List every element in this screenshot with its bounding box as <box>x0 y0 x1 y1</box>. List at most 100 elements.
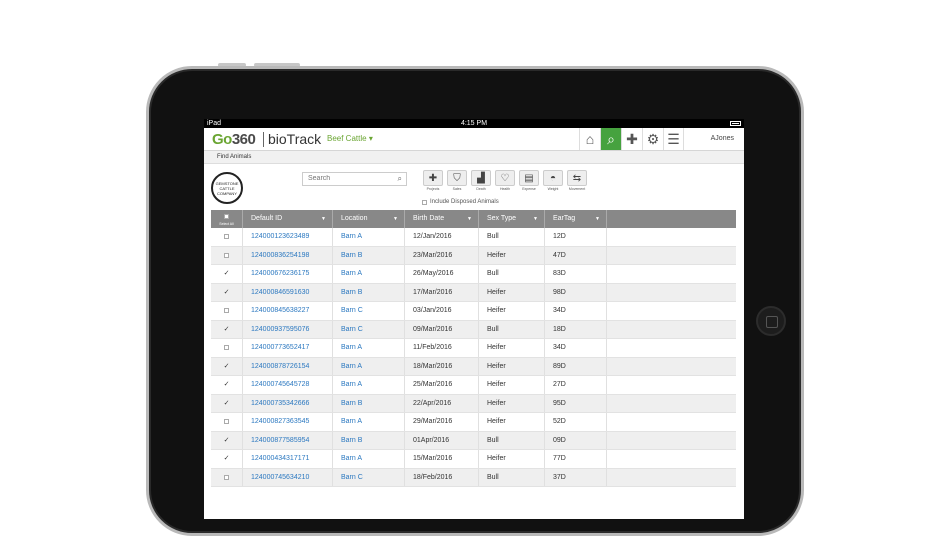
column-header-birth-date[interactable]: Birth Date ▼ <box>405 210 479 228</box>
location-link[interactable]: Barn A <box>333 413 405 431</box>
table-row[interactable]: 124000845638227 Barn C 03/Jan/2016 Heifer 34… <box>211 302 736 321</box>
table-row[interactable]: 124000836254198 Barn B 23/Mar/2016 Heifer 47… <box>211 246 736 265</box>
default-id-link[interactable]: 124000434317171 <box>243 450 333 468</box>
default-id-link[interactable]: 124000845638227 <box>243 302 333 320</box>
checked-checkbox[interactable]: ✓ <box>224 270 230 277</box>
checked-checkbox[interactable]: ✓ <box>224 437 230 444</box>
checked-checkbox[interactable]: ✓ <box>224 400 230 407</box>
column-header-sex-type[interactable]: Sex Type ▼ <box>479 210 545 228</box>
select-all-checkbox[interactable] <box>224 214 229 219</box>
location-link[interactable]: Barn A <box>333 265 405 283</box>
location-link[interactable]: Barn A <box>333 228 405 246</box>
location-link[interactable]: Barn B <box>333 431 405 449</box>
projects-button[interactable]: ✚ <box>423 170 443 186</box>
menu-button[interactable]: ☰ <box>663 128 684 150</box>
checked-checkbox[interactable]: ✓ <box>224 381 230 388</box>
row-checkbox[interactable]: ✓ <box>211 265 243 283</box>
settings-button[interactable]: ⚙ <box>642 128 663 150</box>
go360-logo[interactable]: Go360 <box>212 131 256 148</box>
checked-checkbox[interactable]: ✓ <box>224 326 230 333</box>
death-button[interactable]: ▟ <box>471 170 491 186</box>
home-button[interactable]: ⌂ <box>579 128 600 150</box>
location-link[interactable]: Barn B <box>333 246 405 264</box>
default-id-link[interactable]: 124000877585954 <box>243 431 333 449</box>
user-name[interactable]: AJones <box>711 135 734 142</box>
add-button[interactable]: ✚ <box>621 128 642 150</box>
table-row[interactable]: 124000773652417 Barn A 11/Feb/2016 Heifer 34… <box>211 339 736 358</box>
search-button[interactable]: ⌕ <box>600 128 621 150</box>
default-id-link[interactable]: 124000836254198 <box>243 246 333 264</box>
row-checkbox[interactable]: ✓ <box>211 283 243 301</box>
checked-checkbox[interactable]: ✓ <box>224 455 230 462</box>
default-id-link[interactable]: 124000735342666 <box>243 394 333 412</box>
table-row[interactable]: ✓ 124000937595076 Barn C 09/Mar/2016 Bull 18D <box>211 320 736 339</box>
table-row[interactable]: ✓ 124000877585954 Barn B 01Apr/2016 Bull 09D <box>211 431 736 450</box>
row-checkbox[interactable]: ✓ <box>211 357 243 375</box>
eartag-cell: 77D <box>545 450 607 468</box>
category-dropdown[interactable]: Beef Cattle ▾ <box>327 134 373 143</box>
row-checkbox[interactable]: ✓ <box>211 394 243 412</box>
location-link[interactable]: Barn A <box>333 339 405 357</box>
table-row[interactable]: 124000123623489 Barn A 12/Jan/2016 Bull 12D <box>211 228 736 247</box>
health-button[interactable]: ♡ <box>495 170 515 186</box>
search-input[interactable] <box>308 175 388 182</box>
column-header-location[interactable]: Location ▼ <box>333 210 405 228</box>
default-id-link[interactable]: 124000773652417 <box>243 339 333 357</box>
unchecked-checkbox[interactable] <box>224 419 229 425</box>
row-checkbox[interactable] <box>211 339 243 357</box>
location-link[interactable]: Barn C <box>333 320 405 338</box>
table-row[interactable]: ✓ 124000846591630 Barn B 17/Mar/2016 Heifer 9… <box>211 283 736 302</box>
birth-date-cell: 09/Mar/2016 <box>405 320 479 338</box>
unchecked-checkbox[interactable] <box>224 234 229 240</box>
expense-button[interactable]: ▤ <box>519 170 539 186</box>
location-link[interactable]: Barn A <box>333 450 405 468</box>
table-row[interactable]: ✓ 124000434317171 Barn A 15/Mar/2016 Heifer 7… <box>211 450 736 469</box>
table-row[interactable]: 124000745634210 Barn C 18/Feb/2016 Bull 37D <box>211 468 736 487</box>
default-id-link[interactable]: 124000846591630 <box>243 283 333 301</box>
ipad-home-button[interactable] <box>756 306 786 336</box>
row-checkbox[interactable]: ✓ <box>211 450 243 468</box>
select-all-header[interactable]: Select All <box>211 210 243 228</box>
default-id-link[interactable]: 124000676236175 <box>243 265 333 283</box>
row-checkbox[interactable]: ✓ <box>211 431 243 449</box>
unchecked-checkbox[interactable] <box>224 252 229 258</box>
default-id-link[interactable]: 124000878726154 <box>243 357 333 375</box>
unchecked-checkbox[interactable] <box>224 474 229 480</box>
movement-button[interactable]: ⇆ <box>567 170 587 186</box>
table-row[interactable]: 124000827363545 Barn A 29/Mar/2016 Heifer 52… <box>211 413 736 432</box>
unchecked-checkbox[interactable] <box>224 308 229 314</box>
location-link[interactable]: Barn A <box>333 376 405 394</box>
unchecked-checkbox[interactable] <box>224 345 229 351</box>
row-checkbox[interactable]: ✓ <box>211 376 243 394</box>
row-checkbox[interactable] <box>211 302 243 320</box>
search-field[interactable]: ⌕ <box>302 172 407 186</box>
row-checkbox[interactable] <box>211 413 243 431</box>
default-id-link[interactable]: 124000123623489 <box>243 228 333 246</box>
checked-checkbox[interactable]: ✓ <box>224 363 230 370</box>
table-row[interactable]: ✓ 124000878726154 Barn A 18/Mar/2016 Heifer 8… <box>211 357 736 376</box>
column-header-eartag[interactable]: EarTag ▼ <box>545 210 607 228</box>
table-row[interactable]: ✓ 124000676236175 Barn A 26/May/2016 Bull 83D <box>211 265 736 284</box>
weight-button[interactable]: ◓ <box>543 170 563 186</box>
table-row[interactable]: ✓ 124000735342666 Barn B 22/Apr/2016 Heifer 9… <box>211 394 736 413</box>
row-checkbox[interactable] <box>211 246 243 264</box>
include-disposed-checkbox[interactable] <box>422 199 427 205</box>
default-id-link[interactable]: 124000745634210 <box>243 468 333 486</box>
column-header-default-id[interactable]: Default ID ▼ <box>243 210 333 228</box>
row-checkbox[interactable]: ✓ <box>211 320 243 338</box>
location-link[interactable]: Barn A <box>333 357 405 375</box>
default-id-link[interactable]: 124000827363545 <box>243 413 333 431</box>
default-id-link[interactable]: 124000937595076 <box>243 320 333 338</box>
row-checkbox[interactable] <box>211 468 243 486</box>
row-checkbox[interactable] <box>211 228 243 246</box>
search-icon: ⌕ <box>397 174 402 183</box>
checked-checkbox[interactable]: ✓ <box>224 289 230 296</box>
location-link[interactable]: Barn C <box>333 302 405 320</box>
table-row[interactable]: ✓ 124000745645728 Barn A 25/Mar/2016 Heifer 2… <box>211 376 736 395</box>
include-disposed-toggle[interactable]: Include Disposed Animals <box>422 199 499 205</box>
default-id-link[interactable]: 124000745645728 <box>243 376 333 394</box>
location-link[interactable]: Barn B <box>333 394 405 412</box>
sales-button[interactable]: ⛉ <box>447 170 467 186</box>
location-link[interactable]: Barn C <box>333 468 405 486</box>
location-link[interactable]: Barn B <box>333 283 405 301</box>
